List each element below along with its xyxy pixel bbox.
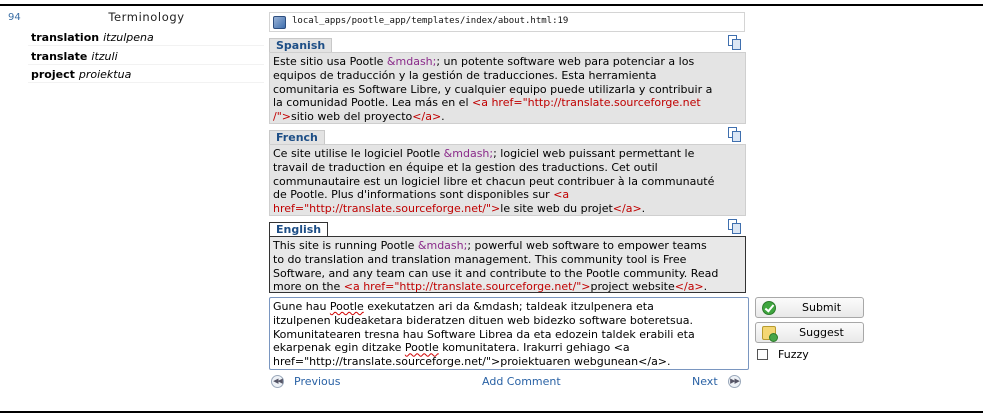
- text-line: href="http://translate.sourceforge.net/"…: [273, 202, 742, 216]
- bottom-rule: [0, 411, 983, 413]
- fuzzy-checkbox[interactable]: [757, 349, 768, 360]
- copy-icon[interactable]: [728, 35, 741, 50]
- text-segment: href="http://translate.sourceforge.net/"…: [273, 355, 671, 369]
- markup-tag: /">: [273, 110, 291, 124]
- text-segment: itzulpenen kudeaketara bideratzen dituen…: [273, 313, 693, 327]
- copy-source-icon[interactable]: [728, 219, 741, 234]
- source-location: local_apps/pootle_app/templates/index/ab…: [292, 16, 569, 26]
- terminology-item[interactable]: translate itzuli: [28, 48, 264, 65]
- text-line: This site is running Pootle &mdash;; pow…: [273, 239, 742, 253]
- text-line: itzulpenen kudeaketara bideratzen dituen…: [273, 314, 745, 328]
- text-line: Gune hau Pootle exekutatzen ari da &mdas…: [273, 300, 745, 314]
- file-icon: [273, 16, 286, 29]
- entity-segment: &mdash;: [417, 239, 468, 252]
- alt-source-text: Este sitio usa Pootle &mdash;; un potent…: [269, 52, 746, 124]
- text-line: travail de traduction en équipe et la ge…: [273, 161, 742, 175]
- previous-link[interactable]: Previous: [294, 375, 341, 388]
- terminology-title: Terminology: [108, 10, 185, 24]
- text-line: ekarpenak egin ditzake Pootle komunitate…: [273, 341, 745, 355]
- text-segment: .: [641, 202, 646, 216]
- text-segment: de Pootle. Plus d'informations sont disp…: [273, 188, 554, 202]
- misspelled-word: Pootle: [404, 341, 439, 355]
- text-line: href="http://translate.sourceforge.net/"…: [273, 355, 745, 369]
- submit-button[interactable]: Submit: [755, 297, 864, 318]
- text-segment: le site web du projet: [500, 202, 613, 216]
- misspelled-word: Pootle: [329, 300, 364, 313]
- term-source: project: [31, 68, 75, 81]
- text-segment: exekutatzen ari da &mdash; taldeak itzul…: [363, 300, 654, 313]
- source-text: This site is running Pootle &mdash;; pow…: [269, 236, 746, 293]
- terminology-item[interactable]: project proiektua: [28, 67, 264, 83]
- term-source: translation: [31, 31, 100, 44]
- text-line: equipos de traducción y la gestión de tr…: [273, 69, 742, 83]
- text-segment: ; powerful web software to empower teams: [467, 239, 707, 252]
- text-segment: Gune hau: [273, 300, 330, 313]
- text-line: la comunidad Pootle. Lea más en el <a hr…: [273, 96, 742, 110]
- markup-tag: </a>: [412, 110, 442, 124]
- translation-editor[interactable]: Gune hau Pootle exekutatzen ari da &mdas…: [269, 297, 749, 370]
- text-segment: Este sitio usa Pootle: [273, 55, 387, 68]
- text-segment: .: [441, 110, 445, 124]
- terminology-item[interactable]: translation itzulpena: [28, 30, 264, 46]
- text-line: communautaire est un logiciel libre et c…: [273, 175, 742, 189]
- text-segment: equipos de traducción y la gestión de tr…: [273, 68, 657, 82]
- markup-tag: <a: [553, 188, 570, 202]
- term-target: itzuli: [91, 49, 118, 63]
- markup-tag: href="http://translate.sourceforge.net/"…: [273, 202, 501, 216]
- text-segment: ; logiciel web puissant permettant le: [493, 147, 695, 160]
- text-segment: communautaire est un logiciel libre et c…: [273, 174, 715, 188]
- text-segment: comunitaria es Software Libre, y cualqui…: [273, 82, 713, 96]
- entity-segment: &mdash;: [443, 147, 494, 160]
- submit-label: Submit: [801, 301, 842, 314]
- text-segment: la comunidad Pootle. Lea más en el: [273, 96, 472, 110]
- text-segment: to do translation and translation manage…: [273, 252, 687, 266]
- markup-tag: </a>: [612, 202, 642, 216]
- text-segment: ekarpenak egin ditzake: [273, 341, 405, 355]
- source-language-tab[interactable]: English: [269, 222, 329, 237]
- text-line: comunitaria es Software Libre, y cualqui…: [273, 83, 742, 97]
- suggest-button[interactable]: Suggest: [755, 322, 864, 343]
- check-icon: [762, 301, 776, 315]
- markup-tag: <a href="http://translate.sourceforge.ne…: [472, 96, 701, 110]
- text-segment: .: [703, 280, 708, 294]
- suggest-label: Suggest: [799, 326, 844, 339]
- next-link[interactable]: Next: [692, 375, 718, 388]
- fuzzy-label: Fuzzy: [778, 348, 809, 361]
- alt-source-text: Ce site utilise le logiciel Pootle &mdas…: [269, 144, 746, 216]
- text-segment: This site is running Pootle: [273, 239, 418, 252]
- text-segment: Komunitatearen tresna hau Software Libre…: [273, 327, 695, 341]
- location-bar: local_apps/pootle_app/templates/index/ab…: [269, 12, 745, 32]
- entity-segment: &mdash;: [386, 55, 437, 68]
- text-line: Este sitio usa Pootle &mdash;; un potent…: [273, 55, 742, 69]
- text-segment: travail de traduction en équipe et la ge…: [273, 160, 658, 174]
- text-segment: Software, and any team can use it and co…: [273, 266, 719, 280]
- next-arrow-icon[interactable]: ▶▶: [728, 375, 741, 388]
- text-line: Software, and any team can use it and co…: [273, 267, 742, 281]
- term-target: itzulpena: [103, 31, 154, 44]
- copy-icon[interactable]: [728, 127, 741, 142]
- language-tab-spanish[interactable]: Spanish: [269, 38, 333, 53]
- text-line: to do translation and translation manage…: [273, 253, 742, 267]
- text-segment: project website: [590, 280, 675, 294]
- text-line: more on the <a href="http://translate.so…: [273, 280, 742, 294]
- text-segment: ; un potente software web para potenciar…: [436, 55, 695, 68]
- text-line: /">sitio web del proyecto</a>.: [273, 110, 742, 124]
- add-comment-link[interactable]: Add Comment: [482, 375, 561, 388]
- language-tab-french[interactable]: French: [269, 130, 325, 145]
- top-rule: [0, 4, 983, 6]
- text-line: de Pootle. Plus d'informations sont disp…: [273, 188, 742, 202]
- term-source: translate: [31, 49, 88, 63]
- text-segment: komunitatera. Irakurri gehiago <a: [438, 341, 630, 355]
- text-segment: Ce site utilise le logiciel Pootle: [273, 147, 444, 160]
- suggest-icon: [762, 326, 778, 342]
- term-target: proiektua: [78, 68, 132, 81]
- previous-arrow-icon[interactable]: ◀◀: [271, 375, 284, 388]
- text-segment: more on the: [273, 280, 344, 294]
- unit-index-link[interactable]: 94: [8, 12, 21, 23]
- markup-tag: </a>: [674, 280, 704, 294]
- markup-tag: <a href="http://translate.sourceforge.ne…: [343, 280, 591, 294]
- text-line: Ce site utilise le logiciel Pootle &mdas…: [273, 147, 742, 161]
- text-line: Komunitatearen tresna hau Software Libre…: [273, 328, 745, 342]
- text-segment: sitio web del proyecto: [290, 110, 413, 124]
